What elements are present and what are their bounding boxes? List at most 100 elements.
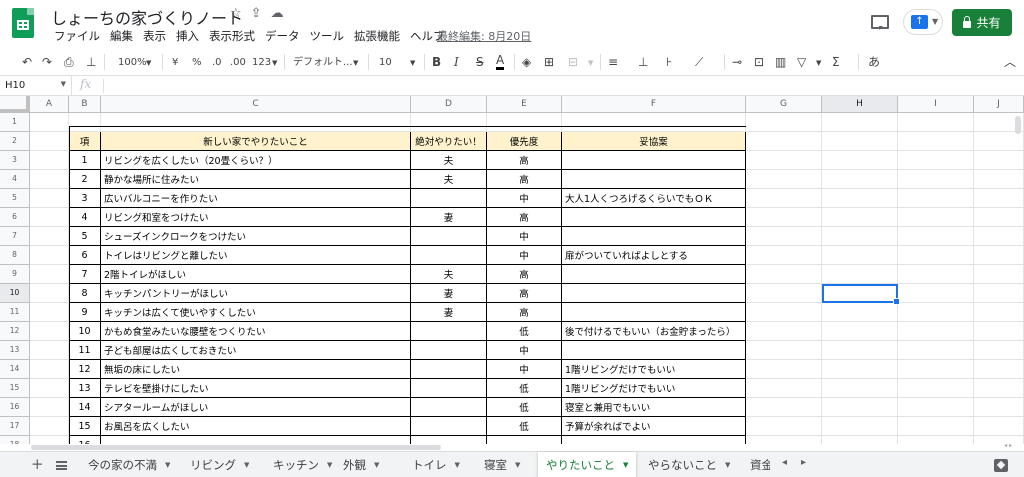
cell[interactable] bbox=[822, 341, 898, 360]
table-cell[interactable]: 11 bbox=[69, 341, 101, 360]
insert-chart-icon[interactable]: ▥ bbox=[775, 53, 786, 71]
row-header[interactable]: 9 bbox=[0, 265, 30, 284]
table-cell[interactable]: 9 bbox=[69, 303, 101, 322]
menu-format[interactable]: 表示形式 bbox=[204, 28, 260, 44]
insert-link-icon[interactable]: ⊸ bbox=[732, 53, 742, 71]
text-wrap-icon[interactable]: ⊦ bbox=[666, 53, 672, 71]
table-cell[interactable]: 高 bbox=[487, 208, 562, 227]
cell[interactable] bbox=[30, 151, 69, 170]
scroll-tabs-left-icon[interactable]: ◂ bbox=[782, 457, 787, 473]
column-header-g[interactable]: G bbox=[746, 96, 822, 113]
sheet-tab[interactable]: キッチン ▼ bbox=[265, 452, 340, 477]
table-header-cell[interactable]: 絶対やりたい！ bbox=[411, 132, 487, 151]
cell[interactable] bbox=[822, 360, 898, 379]
row-header[interactable]: 8 bbox=[0, 246, 30, 265]
chevron-down-icon[interactable]: ▼ bbox=[374, 461, 379, 469]
table-header-cell[interactable]: 妥協案 bbox=[562, 132, 746, 151]
cell[interactable] bbox=[30, 113, 69, 132]
table-cell[interactable]: 3 bbox=[69, 189, 101, 208]
last-edit-link[interactable]: 最終編集: 8月20日 bbox=[437, 28, 531, 44]
font-select[interactable]: デフォルト... bbox=[293, 54, 353, 72]
menu-edit[interactable]: 編集 bbox=[105, 28, 138, 44]
all-sheets-icon[interactable] bbox=[56, 461, 67, 470]
table-cell[interactable]: シューズインクロークをつけたい bbox=[101, 227, 411, 246]
cell[interactable] bbox=[746, 379, 822, 398]
row-header[interactable]: 2 bbox=[0, 132, 30, 151]
row-header[interactable]: 17 bbox=[0, 417, 30, 436]
table-cell[interactable]: 夫 bbox=[411, 170, 487, 189]
table-header-cell[interactable]: 項 bbox=[69, 132, 101, 151]
table-cell[interactable]: 静かな場所に住みたい bbox=[101, 170, 411, 189]
sheet-grid[interactable]: ABCDEFGHIJ123456789101112131415161718項新し… bbox=[0, 96, 1024, 444]
table-cell[interactable]: 2階トイレがほしい bbox=[101, 265, 411, 284]
horizontal-align-icon[interactable]: ≡ bbox=[608, 53, 618, 71]
row-header[interactable]: 12 bbox=[0, 322, 30, 341]
cell[interactable] bbox=[898, 246, 974, 265]
sheets-logo-icon[interactable] bbox=[12, 8, 34, 38]
table-cell[interactable]: お風呂を広くしたい bbox=[101, 417, 411, 436]
cell[interactable] bbox=[30, 284, 69, 303]
text-rotation-icon[interactable]: ⟋ bbox=[695, 53, 703, 71]
cell[interactable] bbox=[822, 151, 898, 170]
cell[interactable] bbox=[30, 379, 69, 398]
select-all-corner[interactable] bbox=[0, 96, 30, 113]
cell[interactable] bbox=[898, 265, 974, 284]
cloud-status-icon[interactable]: ☁ bbox=[271, 6, 284, 21]
cell[interactable] bbox=[746, 284, 822, 303]
table-cell[interactable] bbox=[562, 170, 746, 189]
table-cell[interactable] bbox=[562, 284, 746, 303]
table-cell[interactable]: リビング和室をつけたい bbox=[101, 208, 411, 227]
table-cell[interactable]: 中 bbox=[487, 246, 562, 265]
table-cell[interactable]: 低 bbox=[487, 379, 562, 398]
more-formats-button[interactable]: 123 bbox=[252, 54, 271, 72]
scroll-tabs-right-icon[interactable]: ▸ bbox=[801, 457, 806, 473]
table-cell[interactable]: リビングを広くしたい（20畳くらい？） bbox=[101, 151, 411, 170]
column-header-h[interactable]: H bbox=[822, 96, 898, 113]
table-cell[interactable]: 夫 bbox=[411, 151, 487, 170]
table-cell[interactable]: 中 bbox=[487, 189, 562, 208]
table-cell[interactable]: 大人1人くつろげるくらいでもＯＫ bbox=[562, 189, 746, 208]
italic-button[interactable]: I bbox=[454, 53, 459, 71]
percent-format-button[interactable]: % bbox=[192, 54, 202, 72]
column-header-d[interactable]: D bbox=[411, 96, 487, 113]
chevron-down-icon[interactable]: ▼ bbox=[623, 461, 628, 469]
menu-extensions[interactable]: 拡張機能 bbox=[349, 28, 405, 44]
row-header[interactable]: 16 bbox=[0, 398, 30, 417]
table-cell[interactable]: 1階リビングだけでもいい bbox=[562, 379, 746, 398]
chevron-down-icon[interactable]: ▼ bbox=[244, 461, 249, 469]
sheet-tab[interactable]: やらないこと ▼ bbox=[640, 452, 738, 477]
font-size-select[interactable]: 10 bbox=[379, 54, 392, 72]
currency-format-button[interactable]: ¥ bbox=[172, 54, 178, 72]
row-header[interactable]: 11 bbox=[0, 303, 30, 322]
add-sheet-button[interactable]: + bbox=[31, 455, 44, 473]
sheet-tab[interactable]: やりたいこと ▼ bbox=[538, 452, 637, 477]
table-cell[interactable]: 中 bbox=[487, 360, 562, 379]
table-header-cell[interactable]: 優先度 bbox=[487, 132, 562, 151]
bold-button[interactable]: B bbox=[432, 53, 441, 71]
cell[interactable] bbox=[30, 341, 69, 360]
cell[interactable] bbox=[822, 265, 898, 284]
table-cell[interactable] bbox=[562, 341, 746, 360]
table-cell[interactable]: テレビを壁掛けにしたい bbox=[101, 379, 411, 398]
menu-data[interactable]: データ bbox=[260, 28, 305, 44]
vertical-align-icon[interactable]: ⊥ bbox=[638, 53, 648, 71]
table-cell[interactable] bbox=[562, 303, 746, 322]
cell[interactable] bbox=[898, 360, 974, 379]
cell[interactable] bbox=[822, 417, 898, 436]
table-cell[interactable] bbox=[411, 398, 487, 417]
fill-color-icon[interactable]: ◈ bbox=[522, 53, 531, 71]
row-header[interactable]: 5 bbox=[0, 189, 30, 208]
sheet-tab[interactable]: 今の家の不満 ▼ bbox=[80, 452, 178, 477]
row-header[interactable]: 13 bbox=[0, 341, 30, 360]
table-cell[interactable]: 高 bbox=[487, 265, 562, 284]
table-cell[interactable] bbox=[487, 436, 562, 444]
table-cell[interactable] bbox=[562, 151, 746, 170]
table-cell[interactable]: 7 bbox=[69, 265, 101, 284]
table-cell[interactable] bbox=[101, 436, 411, 444]
sheet-tab[interactable]: トイレ ▼ bbox=[404, 452, 468, 477]
table-cell[interactable]: トイレはリビングと離したい bbox=[101, 246, 411, 265]
table-cell[interactable] bbox=[411, 189, 487, 208]
cell[interactable] bbox=[898, 151, 974, 170]
table-cell[interactable]: 高 bbox=[487, 170, 562, 189]
row-header[interactable]: 18 bbox=[0, 436, 30, 444]
